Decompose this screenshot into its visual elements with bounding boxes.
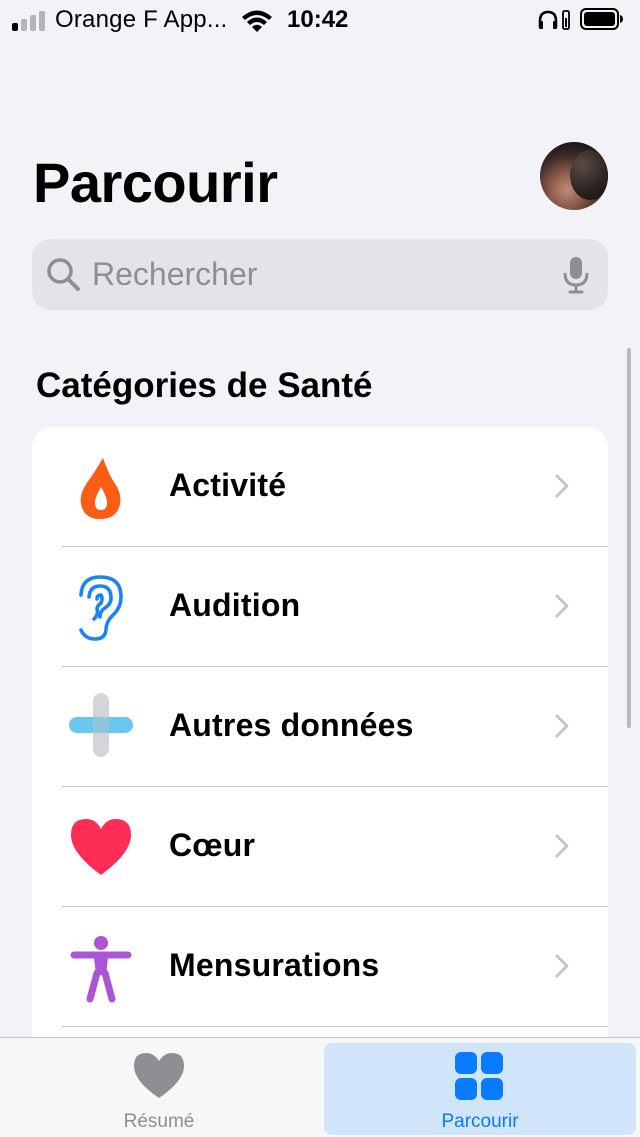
plus-icon	[66, 693, 136, 763]
carrier-name: Orange F App...	[55, 6, 228, 33]
category-label: Cœur	[169, 827, 256, 863]
category-row-activity[interactable]: Activité	[32, 427, 608, 547]
category-label: Mensurations	[169, 947, 380, 983]
categories-list: Activité Audition Autres données Cœur Me…	[32, 427, 608, 1127]
category-label: Activité	[169, 467, 287, 503]
chevron-right-icon	[554, 473, 570, 504]
search-input[interactable]	[92, 239, 552, 310]
flame-icon	[66, 453, 136, 523]
chevron-right-icon	[554, 593, 570, 624]
search-icon	[46, 257, 82, 298]
wifi-icon	[240, 8, 274, 39]
scroll-indicator[interactable]	[627, 348, 631, 728]
page-title: Parcourir	[33, 151, 278, 214]
headphones-icon	[537, 9, 573, 36]
category-row-heart[interactable]: Cœur	[32, 787, 608, 907]
status-time: 10:42	[287, 6, 349, 33]
category-row-other-data[interactable]: Autres données	[32, 667, 608, 787]
tab-summary[interactable]: Résumé	[0, 1038, 318, 1137]
heart-icon	[66, 813, 136, 883]
ear-icon	[66, 573, 136, 643]
section-title: Catégories de Santé	[36, 366, 373, 405]
search-bar[interactable]	[32, 239, 608, 310]
microphone-icon[interactable]	[562, 255, 590, 300]
category-row-body-measurements[interactable]: Mensurations	[32, 907, 608, 1027]
chevron-right-icon	[554, 953, 570, 984]
category-label: Audition	[169, 587, 301, 623]
row-divider	[62, 1026, 608, 1027]
tab-label: Parcourir	[441, 1111, 519, 1132]
profile-avatar[interactable]	[540, 142, 608, 210]
category-label: Autres données	[169, 707, 414, 743]
tab-bar: Résumé Parcourir	[0, 1037, 640, 1137]
grid-icon	[454, 1051, 504, 1106]
status-bar: Orange F App... 10:42	[0, 0, 640, 40]
chevron-right-icon	[554, 713, 570, 744]
body-icon	[66, 933, 136, 1003]
tab-browse[interactable]: Parcourir	[324, 1043, 636, 1135]
heart-icon	[132, 1051, 186, 1106]
chevron-right-icon	[554, 833, 570, 864]
tab-label: Résumé	[123, 1111, 195, 1132]
cellular-signal-icon	[12, 11, 48, 31]
category-row-hearing[interactable]: Audition	[32, 547, 608, 667]
battery-icon	[580, 8, 624, 30]
